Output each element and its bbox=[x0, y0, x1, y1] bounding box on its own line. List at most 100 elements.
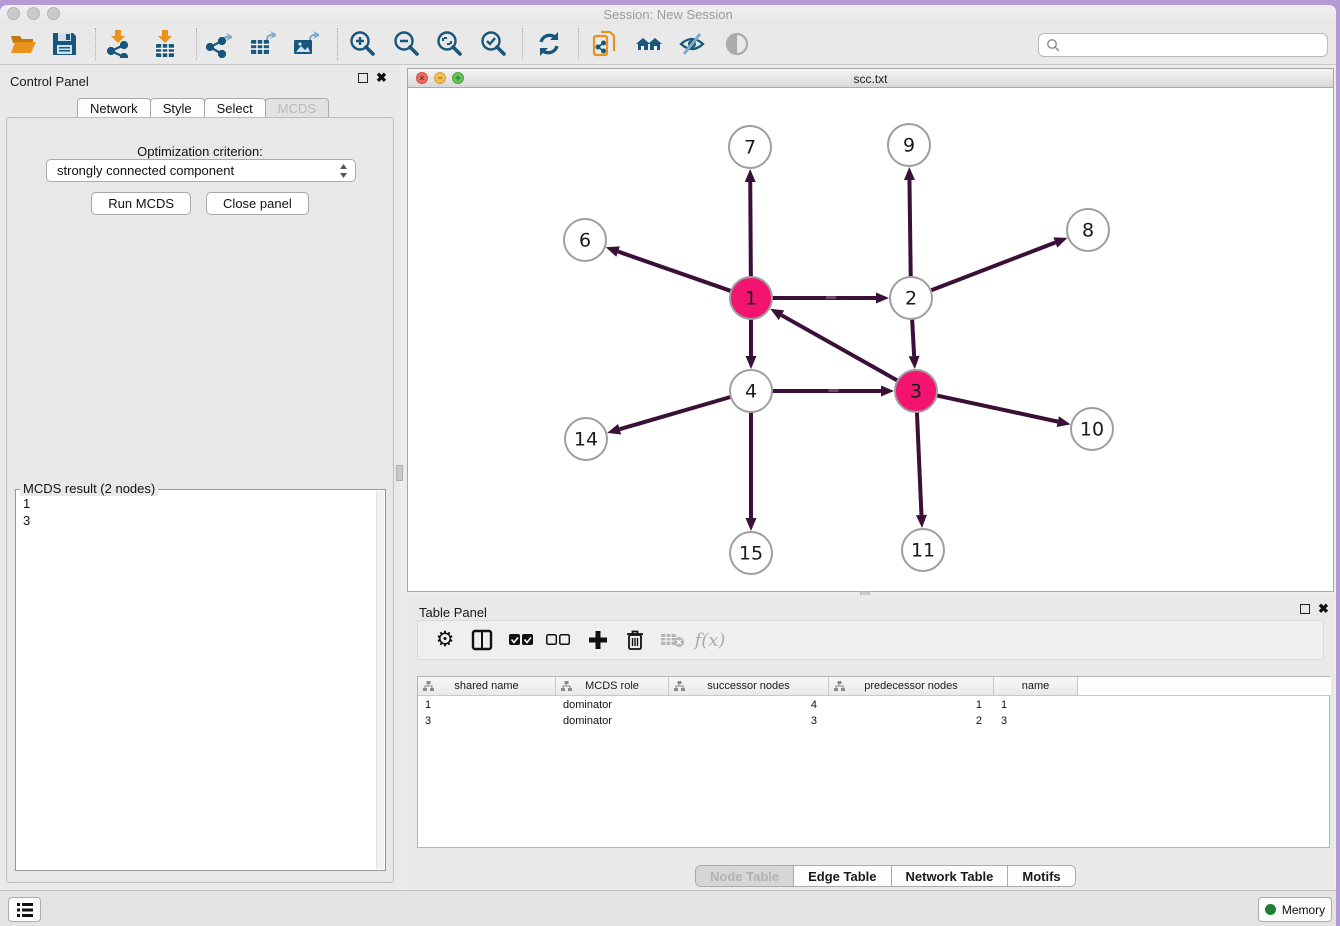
arrowhead-icon bbox=[606, 246, 620, 256]
close-panel-button[interactable]: Close panel bbox=[206, 192, 309, 215]
arrowhead-icon bbox=[1057, 416, 1071, 427]
zoom-in-icon[interactable] bbox=[347, 29, 377, 59]
network-canvas[interactable]: 7968124314101511 bbox=[408, 88, 1333, 591]
network-view-window: × − + scc.txt 7968124314101511 bbox=[407, 68, 1334, 592]
table-row[interactable]: 3dominator323 bbox=[418, 713, 1078, 729]
edge-label-mark bbox=[826, 296, 836, 299]
close-table-panel-icon[interactable]: ✖ bbox=[1318, 604, 1329, 614]
edge-3-1[interactable] bbox=[781, 315, 897, 381]
tab-network-table[interactable]: Network Table bbox=[892, 866, 1009, 886]
cell-predecessor-nodes: 1 bbox=[829, 697, 994, 713]
edge-3-10[interactable] bbox=[937, 395, 1058, 421]
memory-button[interactable]: Memory bbox=[1258, 897, 1332, 922]
float-panel-icon[interactable] bbox=[358, 73, 368, 83]
edge-label-mark bbox=[829, 389, 839, 392]
export-network-icon[interactable] bbox=[203, 29, 233, 59]
import-table-icon[interactable] bbox=[150, 29, 180, 59]
run-mcds-button[interactable]: Run MCDS bbox=[91, 192, 191, 215]
table-toolbar: ⚙ f(x) bbox=[417, 620, 1324, 660]
zoom-fit-icon[interactable] bbox=[434, 29, 464, 59]
delete-table-icon[interactable] bbox=[660, 627, 686, 653]
save-session-icon[interactable] bbox=[49, 29, 79, 59]
control-panel: Control Panel ✖ NetworkStyleSelectMCDS O… bbox=[0, 65, 400, 890]
tab-motifs[interactable]: Motifs bbox=[1008, 866, 1074, 886]
toolbar-separator bbox=[578, 28, 579, 60]
table-header: shared nameMCDS rolesuccessor nodesprede… bbox=[418, 677, 1331, 696]
function-builder-icon[interactable]: f(x) bbox=[697, 627, 723, 653]
vertical-splitter-handle[interactable] bbox=[396, 465, 403, 481]
edge-4-14[interactable] bbox=[620, 397, 731, 429]
cell-shared-name: 3 bbox=[418, 713, 556, 729]
close-panel-icon[interactable]: ✖ bbox=[376, 73, 387, 83]
search-field[interactable] bbox=[1038, 33, 1328, 57]
tab-mcds[interactable]: MCDS bbox=[265, 98, 329, 118]
node-label: 2 bbox=[905, 288, 917, 310]
tab-node-table[interactable]: Node Table bbox=[696, 866, 794, 886]
column-header-name[interactable]: name bbox=[994, 677, 1078, 696]
dropdown-value: strongly connected component bbox=[57, 163, 234, 178]
network-graph[interactable]: 7968124314101511 bbox=[408, 88, 1333, 591]
arrowhead-icon bbox=[745, 169, 756, 182]
column-header-shared-name[interactable]: shared name bbox=[418, 677, 556, 696]
export-table-icon[interactable] bbox=[247, 29, 277, 59]
deselect-all-icon[interactable] bbox=[545, 627, 571, 653]
arrowhead-icon bbox=[904, 167, 915, 180]
control-panel-title: Control Panel bbox=[10, 74, 89, 89]
float-table-panel-icon[interactable] bbox=[1300, 604, 1310, 614]
network-window-titlebar[interactable]: × − + scc.txt bbox=[408, 69, 1333, 88]
node-label: 1 bbox=[745, 288, 757, 310]
arrowhead-icon bbox=[746, 518, 757, 531]
task-history-button[interactable] bbox=[8, 897, 41, 922]
arrowhead-icon bbox=[881, 386, 894, 397]
edge-2-8[interactable] bbox=[931, 243, 1056, 291]
edge-1-7[interactable] bbox=[750, 182, 751, 277]
tab-network[interactable]: Network bbox=[77, 98, 151, 118]
tab-style[interactable]: Style bbox=[150, 98, 205, 118]
node-label: 15 bbox=[739, 543, 763, 565]
export-image-icon[interactable] bbox=[290, 29, 320, 59]
table-panel-title: Table Panel bbox=[419, 605, 487, 620]
node-label: 9 bbox=[903, 135, 915, 157]
cell-successor-nodes: 4 bbox=[669, 697, 829, 713]
open-session-icon[interactable] bbox=[8, 29, 38, 59]
chevron-up-down-icon bbox=[338, 163, 349, 182]
table-row[interactable]: 1dominator411 bbox=[418, 697, 1078, 713]
add-column-icon[interactable] bbox=[585, 627, 611, 653]
optimization-criterion-dropdown[interactable]: strongly connected component bbox=[46, 159, 356, 182]
select-all-icon[interactable] bbox=[508, 627, 534, 653]
panes-icon[interactable] bbox=[469, 627, 495, 653]
edge-3-11[interactable] bbox=[917, 412, 922, 515]
clone-network-icon[interactable] bbox=[590, 29, 620, 59]
first-neighbors-icon[interactable] bbox=[634, 29, 664, 59]
arrowhead-icon bbox=[909, 356, 920, 369]
status-bar: Memory bbox=[0, 890, 1336, 926]
toolbar-separator bbox=[337, 28, 338, 60]
search-input[interactable] bbox=[1065, 38, 1327, 53]
network-view-title: scc.txt bbox=[408, 72, 1333, 86]
delete-column-icon[interactable] bbox=[622, 627, 648, 653]
hide-selected-icon[interactable] bbox=[677, 29, 707, 59]
tab-select[interactable]: Select bbox=[204, 98, 266, 118]
zoom-selected-icon[interactable] bbox=[478, 29, 508, 59]
show-all-icon[interactable] bbox=[722, 29, 752, 59]
zoom-out-icon[interactable] bbox=[391, 29, 421, 59]
column-header-predecessor-nodes[interactable]: predecessor nodes bbox=[829, 677, 994, 696]
window-title: Session: New Session bbox=[0, 7, 1336, 22]
column-header-MCDS-role[interactable]: MCDS role bbox=[556, 677, 669, 696]
edge-2-3[interactable] bbox=[912, 319, 914, 356]
cell-name: 3 bbox=[994, 713, 1078, 729]
cell-MCDS-role: dominator bbox=[556, 697, 669, 713]
node-label: 4 bbox=[745, 381, 757, 403]
result-scrollbar[interactable] bbox=[376, 491, 384, 869]
node-table[interactable]: shared nameMCDS rolesuccessor nodesprede… bbox=[417, 676, 1330, 848]
edge-2-9[interactable] bbox=[909, 180, 910, 277]
title-bar: Session: New Session bbox=[0, 5, 1336, 24]
mcds-result-values: 13 bbox=[23, 495, 30, 529]
refresh-icon[interactable] bbox=[534, 29, 564, 59]
tab-edge-table[interactable]: Edge Table bbox=[794, 866, 891, 886]
edge-1-6[interactable] bbox=[618, 252, 731, 292]
arrowhead-icon bbox=[607, 424, 621, 435]
column-header-successor-nodes[interactable]: successor nodes bbox=[669, 677, 829, 696]
gear-icon[interactable]: ⚙ bbox=[432, 627, 458, 653]
import-network-icon[interactable] bbox=[103, 29, 133, 59]
